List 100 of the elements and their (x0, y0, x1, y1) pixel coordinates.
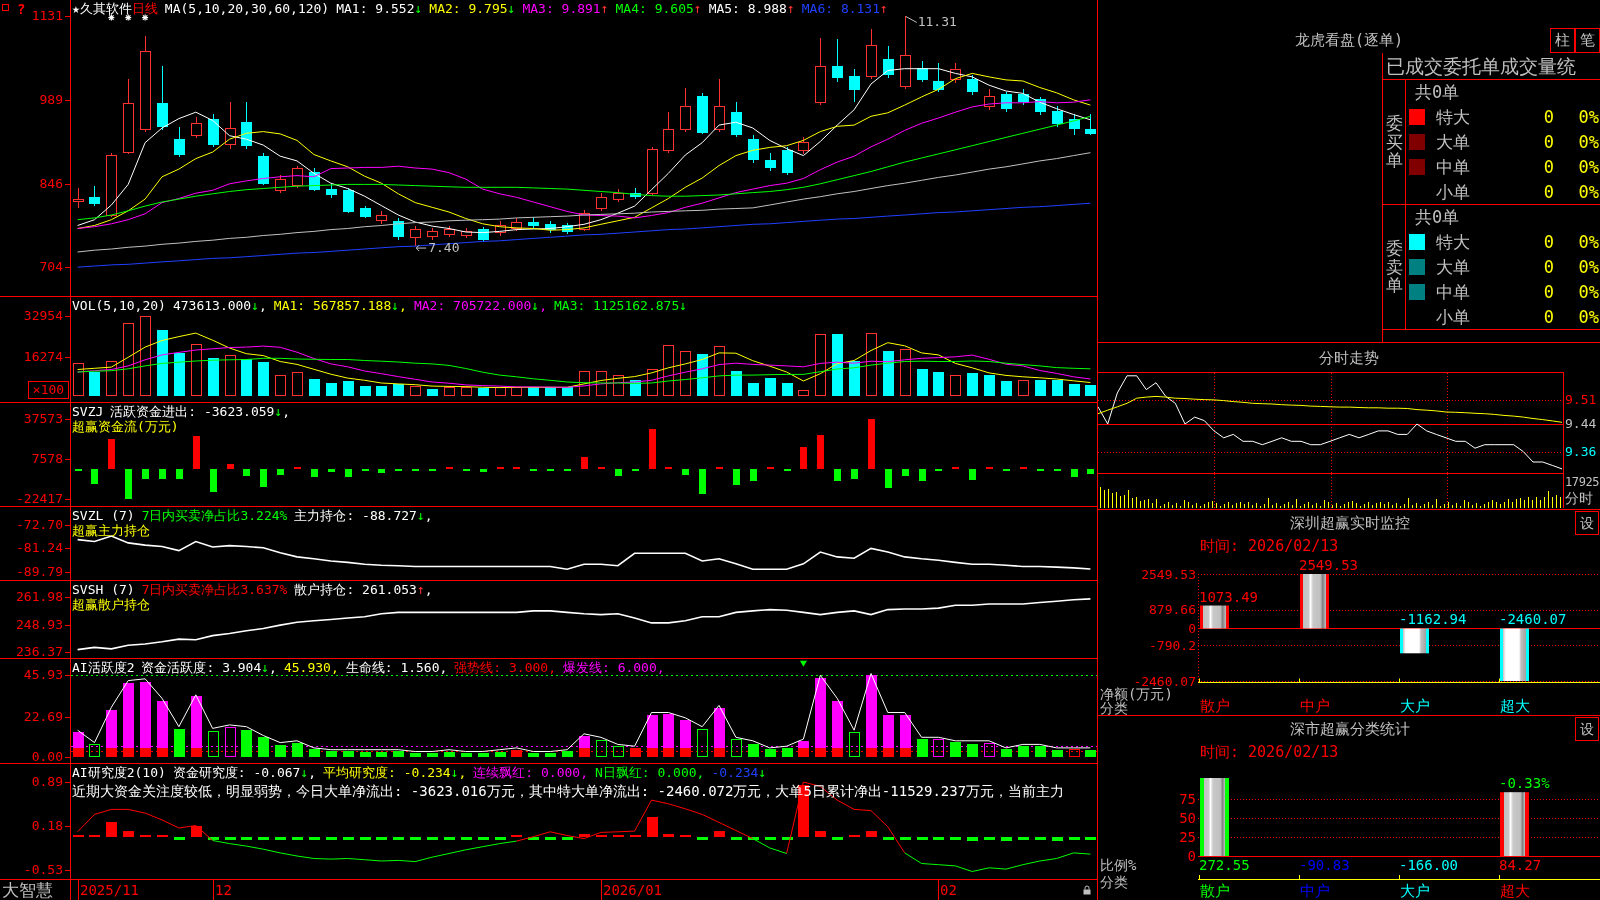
trend-arrow: ↑ (600, 1, 609, 16)
comma: , (259, 298, 267, 313)
axis-title: 分类 (1100, 701, 1128, 715)
trend-arrow: ↓ (758, 765, 767, 780)
indicator-name: VOL(5,10,20) (72, 298, 166, 313)
category-label: 大户 (1400, 883, 1430, 899)
order-count: 0 (1543, 257, 1554, 277)
axis-label: -0.53 (23, 863, 63, 878)
indicator-value: MA6: 8.131 (801, 1, 881, 16)
period-label: 日线 (131, 1, 158, 16)
value-label: -90.83 (1299, 858, 1350, 873)
category-label: 超大 (1500, 698, 1530, 714)
indicator-value: MA1: 567857.188 (273, 298, 392, 313)
indicator-name: AI活跃度2 (72, 660, 135, 675)
axis-label: 2549.53 (1141, 567, 1196, 581)
indicator-value: 7日内买卖净占比3.224% (141, 508, 288, 523)
order-count: 0 (1543, 132, 1554, 152)
trend-arrow: ↑ (416, 582, 425, 597)
trend-arrow: ↓ (300, 765, 309, 780)
comma: , (548, 660, 556, 675)
indicator-value: 7日内买卖净占比3.637% (141, 582, 288, 597)
indicator-value: 资金活跃度: 3.904 (141, 660, 262, 675)
order-size-label: 特大 (1436, 232, 1470, 253)
trend-arrow: ↑ (880, 1, 888, 16)
panel-title: 深市超赢分类统计 (1289, 720, 1410, 738)
order-share: 0% (1577, 232, 1600, 253)
timestamp: 时间: 2026/02/13 (1200, 537, 1339, 555)
comma: , (424, 582, 433, 597)
axis-label: 248.93 (16, 618, 63, 632)
axis-label: 879.66 (1149, 603, 1196, 617)
indicator-value: MA2: 705722.000 (413, 298, 532, 313)
category-label: 大户 (1400, 698, 1430, 714)
price-annotation: 7.40 (428, 241, 460, 256)
indicator-caption: 超赢散户持仓 (72, 597, 150, 612)
axis-label: 37573 (23, 412, 63, 427)
axis-label: 236.37 (16, 645, 63, 659)
comma: , (656, 660, 665, 675)
price-annotation: 11.31 (917, 15, 957, 30)
order-total: 共0单 (1415, 207, 1460, 228)
trend-arrow: ↓ (414, 1, 423, 16)
axis-label: 261.98 (16, 590, 63, 604)
axis-label: 0.89 (31, 775, 63, 789)
order-share: 0% (1577, 306, 1600, 327)
indicator-name: AI研究度2(10) (72, 765, 166, 780)
indicator-value: MA3: 1125162.875 (554, 298, 680, 313)
comma: , (308, 765, 317, 780)
trend-arrow: ↓ (274, 404, 283, 419)
order-count: 0 (1543, 232, 1554, 253)
panel-title: 深圳超赢实时监控 (1289, 514, 1410, 532)
value-label: 272.55 (1199, 858, 1250, 873)
comma: , (424, 508, 433, 523)
category-label: 中户 (1300, 698, 1330, 714)
axis-label: 0 (1187, 849, 1196, 863)
order-size-label: 特大 (1436, 107, 1470, 128)
indicator-value: 资金研究度: -0.067 (172, 765, 301, 780)
indicator-value: 活跃资金进出: -3623.059 (110, 404, 275, 419)
value-label: -166.00 (1399, 858, 1458, 873)
comma: , (399, 298, 407, 313)
order-count: 0 (1543, 107, 1554, 128)
order-size-label: 中单 (1436, 281, 1470, 302)
axis-label: -2460.07 (1133, 674, 1196, 688)
date-label: 2025/11 (80, 881, 139, 899)
order-share: 0% (1577, 181, 1600, 202)
indicator-caption: 超赢主力持仓 (72, 523, 150, 538)
date-label: 02 (940, 881, 957, 899)
axis-label: 50 (1179, 811, 1196, 826)
axis-label: 1131 (31, 9, 63, 24)
axis-label: -22417 (16, 492, 63, 506)
category-label: 散户 (1200, 883, 1230, 899)
comma: , (282, 404, 291, 419)
indicator-value: 473613.000 (172, 298, 252, 313)
indicator-value: MA4: 9.605 (615, 1, 694, 16)
panel-title: 龙虎看盘(逐单) (1294, 31, 1404, 49)
order-size-label: 大单 (1436, 132, 1470, 152)
indicator-value: 强势线: 3.000 (454, 660, 549, 675)
indicator-value: 45.930 (283, 660, 331, 675)
trend-arrow: ↑ (786, 1, 795, 16)
indicator-value: MA(5,10,20,30,60,120) (164, 1, 330, 16)
axis-title: 比例% (1100, 858, 1137, 873)
category-label: 中户 (1300, 883, 1330, 899)
axis-label: 7578 (31, 452, 63, 467)
value-label: 84.27 (1499, 858, 1542, 873)
axis-title: 分类 (1100, 875, 1128, 890)
axis-label: 989 (39, 92, 63, 107)
indicator-value: 主力持仓: -88.727 (294, 508, 417, 523)
price-label: 9.36 (1565, 444, 1597, 459)
trend-arrow: ↓ (416, 508, 425, 523)
indicator-value: N日飘红: 0.000 (595, 765, 697, 780)
axis-label: 0 (1188, 621, 1196, 635)
brand-label: 大智慧 (2, 880, 53, 900)
axis-label: -89.79 (16, 565, 63, 579)
stock-title: ★久其软件 (72, 1, 132, 16)
category-label: 散户 (1200, 698, 1230, 714)
order-share: 0% (1577, 107, 1600, 128)
indicator-value: 生命线: 1.560 (345, 660, 440, 675)
order-total: 共0单 (1415, 82, 1460, 103)
trend-arrow: ↓ (531, 298, 540, 313)
value-label: 2549.53 (1299, 558, 1358, 573)
comma: , (580, 765, 588, 780)
order-share: 0% (1577, 132, 1600, 152)
